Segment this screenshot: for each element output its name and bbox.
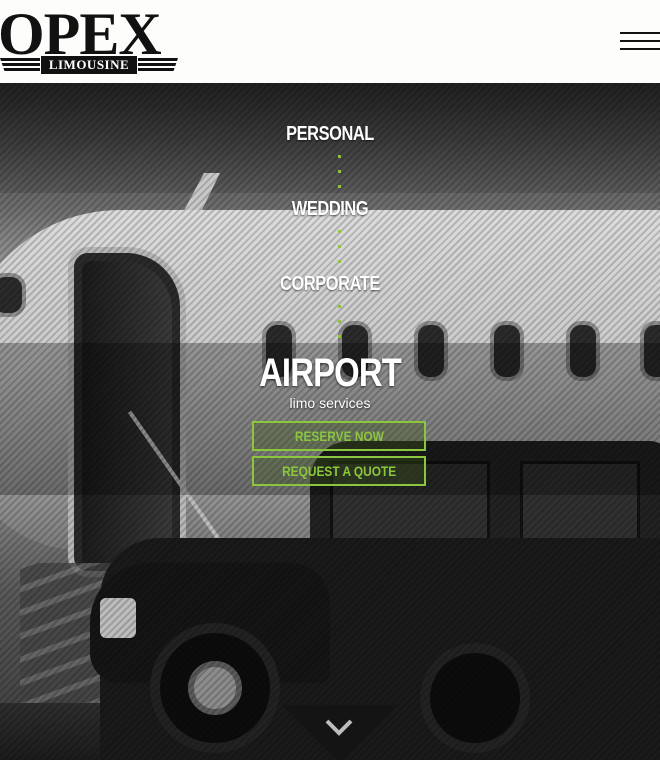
request-quote-button[interactable]: REQUEST A QUOTE (252, 456, 426, 486)
separator-dot (338, 245, 341, 248)
logo-subtitle: LIMOUSINE (41, 56, 137, 74)
logo-stripes-right (138, 58, 178, 72)
separator-dot (338, 305, 341, 308)
separator-dot (338, 170, 341, 173)
service-link-wedding[interactable]: WEDDING (59, 198, 600, 221)
opex-limousine-logo[interactable]: OPEX LIMOUSINE (0, 1, 180, 76)
active-service-tagline: limo services (289, 395, 371, 411)
reserve-now-button[interactable]: RESERVE NOW (252, 421, 426, 451)
logo-stripes-left (0, 58, 40, 72)
separator-dot (338, 260, 341, 263)
active-service-title: AIRPORT (259, 351, 402, 395)
reserve-now-label: RESERVE NOW (294, 428, 384, 444)
separator-dot (338, 335, 341, 338)
hamburger-menu-icon[interactable] (620, 30, 660, 54)
service-link-personal[interactable]: PERSONAL (59, 123, 600, 146)
site-header: OPEX LIMOUSINE (0, 0, 660, 83)
separator-dot (338, 185, 341, 188)
logo-band: LIMOUSINE (0, 56, 178, 74)
hero-section: PERSONAL WEDDING CORPORATE AIRPORT limo … (0, 83, 660, 760)
separator-dot (338, 155, 341, 158)
service-link-corporate[interactable]: CORPORATE (59, 273, 600, 296)
request-quote-label: REQUEST A QUOTE (281, 463, 397, 479)
chevron-down-icon (325, 719, 353, 736)
separator-dot (338, 320, 341, 323)
separator-dot (338, 230, 341, 233)
